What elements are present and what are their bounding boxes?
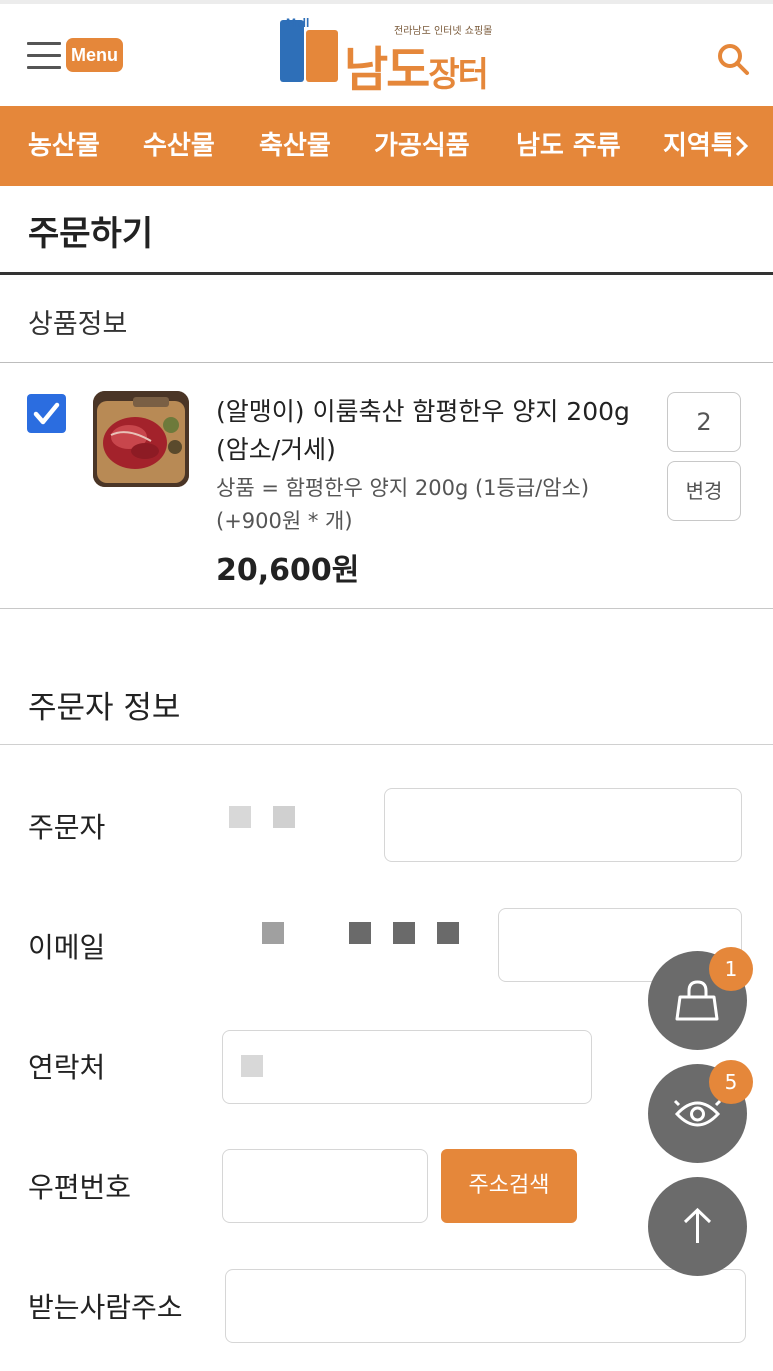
product-price: 20,600원	[216, 553, 360, 588]
redacted-block	[241, 1055, 263, 1077]
redacted-block	[262, 922, 284, 944]
redacted-block	[393, 922, 415, 944]
zipcode-field[interactable]	[222, 1149, 428, 1223]
section-divider	[0, 362, 773, 363]
product-select-checkbox[interactable]	[27, 394, 66, 433]
logo-mall-text: Mall	[286, 16, 310, 30]
site-logo[interactable]: Mall 전라남도 인터넷 쇼핑몰 남도장터	[278, 14, 498, 98]
orderer-section-heading: 주문자 정보	[28, 690, 181, 726]
zipcode-label: 우편번호	[28, 1171, 132, 1204]
site-header: Menu Mall 전라남도 인터넷 쇼핑몰 남도장터	[0, 4, 773, 106]
orderer-label: 주문자	[28, 811, 106, 844]
orderer-name-field[interactable]	[384, 788, 742, 862]
scroll-top-button[interactable]	[648, 1177, 747, 1276]
redacted-block	[437, 922, 459, 944]
search-icon[interactable]	[716, 42, 750, 76]
cart-count-badge: 1	[709, 947, 753, 991]
nav-scroll-button[interactable]	[731, 133, 753, 159]
section-divider	[0, 608, 773, 609]
email-label: 이메일	[28, 931, 106, 964]
nav-item-seafood[interactable]: 수산물	[143, 106, 215, 186]
title-divider	[0, 272, 773, 275]
nav-item-regional[interactable]: 지역특	[663, 106, 735, 186]
checkmark-icon	[33, 402, 60, 425]
category-nav: 농산물 수산물 축산물 가공식품 남도 주류 지역특	[0, 106, 773, 186]
phone-label: 연락처	[28, 1051, 106, 1084]
chevron-right-icon	[735, 135, 749, 157]
address-label: 받는사람주소	[28, 1291, 183, 1324]
product-section-heading: 상품정보	[28, 309, 128, 340]
nav-item-processed-food[interactable]: 가공식품	[374, 106, 470, 186]
recently-viewed-count-badge: 5	[709, 1060, 753, 1104]
product-thumbnail[interactable]	[93, 391, 189, 487]
nav-item-livestock[interactable]: 축산물	[259, 106, 331, 186]
quantity-input[interactable]: 2	[667, 392, 741, 452]
redacted-block	[273, 806, 295, 828]
logo-jn-mark: Mall	[280, 16, 338, 82]
address-search-button[interactable]: 주소검색	[441, 1149, 577, 1223]
product-name[interactable]: (알맹이) 이룸축산 함평한우 양지 200g (암소/거세)	[216, 393, 636, 469]
menu-button[interactable]: Menu	[66, 38, 123, 72]
section-divider	[0, 744, 773, 745]
arrow-up-icon	[683, 1207, 712, 1243]
nav-item-agriculture[interactable]: 농산물	[28, 106, 100, 186]
hamburger-menu-icon[interactable]	[27, 42, 61, 70]
phone-field[interactable]	[222, 1030, 592, 1104]
nav-item-liquor[interactable]: 남도 주류	[516, 106, 621, 186]
redacted-block	[229, 806, 251, 828]
logo-wordmark: 남도장터	[344, 42, 489, 98]
address-field[interactable]	[225, 1269, 746, 1343]
page-title: 주문하기	[28, 214, 154, 254]
change-quantity-button[interactable]: 변경	[667, 461, 741, 521]
redacted-block	[349, 922, 371, 944]
product-option: 상품 = 함평한우 양지 200g (1등급/암소) (+900원 * 개)	[216, 476, 590, 533]
